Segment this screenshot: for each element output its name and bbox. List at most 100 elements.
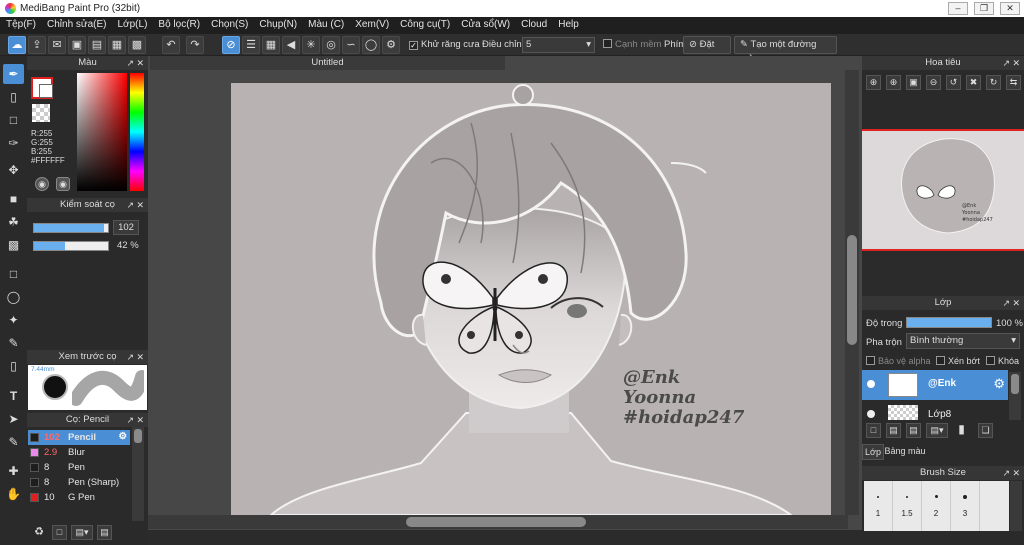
export-icon[interactable]: ⇪ [28, 36, 46, 54]
clip-checkbox[interactable] [936, 356, 945, 365]
close-icon[interactable]: ✕ [136, 56, 144, 70]
menu-filter[interactable]: Bộ lọc(R) [152, 17, 205, 34]
new-8bit-layer-icon[interactable]: ▤ [906, 423, 921, 438]
maximize-button[interactable]: ❐ [974, 2, 994, 15]
hue-slider[interactable] [130, 73, 144, 191]
straight-line-button[interactable]: ✎ Tạo một đường thẳng [734, 36, 837, 66]
brush-size-cell[interactable]: 1.5 [893, 481, 922, 531]
select-pen-tool-icon[interactable]: ✎ [3, 333, 24, 353]
popout-icon[interactable]: ↗ [1002, 296, 1010, 310]
visibility-eye-icon[interactable] [867, 410, 875, 418]
gear-icon[interactable]: ⚙ [118, 431, 127, 442]
vertical-scrollbar[interactable] [845, 70, 859, 515]
soft-edge-toggle[interactable]: Cạnh mềm [603, 39, 661, 50]
redo-icon[interactable]: ↷ [186, 36, 204, 54]
menu-layer[interactable]: Lớp(L) [112, 17, 153, 34]
brush-size-cell[interactable]: 2 [922, 481, 951, 531]
brush-list-scroll-thumb[interactable] [134, 429, 142, 443]
document-tab[interactable]: Untitled [150, 56, 505, 70]
shape-tool-icon[interactable]: ■ [3, 189, 24, 209]
horizontal-scrollbar[interactable] [148, 515, 848, 529]
clip-toggle[interactable]: Xén bớt [936, 356, 980, 366]
parallel-snap-icon[interactable]: ☰ [242, 36, 260, 54]
ellipse-snap-icon[interactable]: ◯ [362, 36, 380, 54]
brush-tool-icon[interactable]: ✒ [3, 64, 24, 84]
lasso-tool-icon[interactable]: ◯ [3, 287, 24, 307]
new-brush-icon[interactable]: □ [52, 525, 67, 540]
rotate-right-icon[interactable]: ↻ [986, 75, 1001, 90]
divide-tool-icon[interactable]: ✎ [3, 432, 24, 452]
popout-icon[interactable]: ↗ [126, 413, 134, 427]
rotate-left-icon[interactable]: ↺ [946, 75, 961, 90]
fit-screen-icon[interactable]: ▣ [906, 75, 921, 90]
brush-item-pencil[interactable]: 102 Pencil ⚙ [28, 430, 130, 445]
menu-window[interactable]: Cửa sổ(W) [455, 17, 515, 34]
popout-icon[interactable]: ↗ [126, 56, 134, 70]
brush-size-cell[interactable]: 1 [864, 481, 893, 531]
circle-snap-icon[interactable]: ◎ [322, 36, 340, 54]
layer-menu-icon[interactable]: ▤▾ [926, 423, 948, 438]
cloud-icon[interactable]: ☁ [8, 36, 26, 54]
pen-tool-icon[interactable]: ✑ [3, 133, 24, 153]
palette-icon[interactable]: ◉ [35, 177, 49, 191]
navigator-preview[interactable]: @Enk Yoonna #hoidap247 [862, 129, 1024, 251]
layer-scrollbar[interactable] [1009, 372, 1021, 420]
undo-icon[interactable]: ↶ [162, 36, 180, 54]
snap-settings-icon[interactable]: ⚙ [382, 36, 400, 54]
brush-item-blur[interactable]: 2.9 Blur [28, 445, 130, 460]
reset-view-icon[interactable]: ✖ [966, 75, 981, 90]
close-icon[interactable]: ✕ [136, 350, 144, 364]
brush-size-value[interactable]: 102 [113, 220, 139, 235]
brush-item-g-pen[interactable]: 10 G Pen [28, 490, 130, 505]
brush-item-pen[interactable]: 8 Pen [28, 460, 130, 475]
radial-snap-icon[interactable]: ✳ [302, 36, 320, 54]
blend-mode-select[interactable]: Bình thường ▾ [906, 333, 1020, 349]
lock-toggle[interactable]: Khóa [986, 356, 1019, 366]
gradient-tool-icon[interactable]: ▩ [3, 235, 24, 255]
brush-size-scrollbar[interactable] [1010, 481, 1022, 531]
dot-tool-icon[interactable]: □ [3, 110, 24, 130]
brush-size-cell[interactable]: 3 [951, 481, 980, 531]
menu-view[interactable]: Xem(V) [349, 17, 394, 34]
close-icon[interactable]: ✕ [1012, 56, 1020, 70]
menu-help[interactable]: Help [552, 17, 584, 34]
menu-select[interactable]: Chọn(S) [205, 17, 253, 34]
folder-icon[interactable]: ▮ [954, 423, 969, 438]
select-tool-icon[interactable]: □ [3, 264, 24, 284]
vertical-scroll-thumb[interactable] [847, 235, 857, 345]
snap-off-icon[interactable]: ⊘ [222, 36, 240, 54]
horizontal-scroll-thumb[interactable] [406, 517, 586, 527]
menu-tools[interactable]: Công cụ(T) [394, 17, 455, 34]
close-icon[interactable]: ✕ [136, 413, 144, 427]
lock-checkbox[interactable] [986, 356, 995, 365]
duplicate-layer-icon[interactable]: ❏ [978, 423, 993, 438]
antialias-toggle[interactable]: ✓ Khử răng cưa [409, 39, 480, 50]
layer-opacity-slider[interactable] [906, 317, 992, 328]
brush-item-pen-sharp[interactable]: 8 Pen (Sharp) [28, 475, 130, 490]
zoom-in-alt-icon[interactable]: ⊕ [886, 75, 901, 90]
eraser-tool-icon[interactable]: ▯ [3, 87, 24, 107]
antialias-checkbox[interactable]: ✓ [409, 41, 418, 50]
grid-icon[interactable]: ▩ [128, 36, 146, 54]
operation-tool-icon[interactable]: ➤ [3, 409, 24, 429]
adjust-select[interactable]: 5 ▾ [522, 37, 595, 53]
add-brush-icon[interactable]: ♻ [32, 525, 46, 539]
close-icon[interactable]: ✕ [1012, 296, 1020, 310]
eyedropper-tool-icon[interactable]: ✚ [3, 461, 24, 481]
brush-menu-icon[interactable]: ▤▾ [71, 525, 93, 540]
cross-snap-icon[interactable]: ▦ [262, 36, 280, 54]
popout-icon[interactable]: ↗ [1002, 56, 1010, 70]
visibility-eye-icon[interactable] [867, 380, 875, 388]
menu-file[interactable]: Tệp(F) [0, 17, 41, 34]
magic-wand-tool-icon[interactable]: ✦ [3, 310, 24, 330]
protect-alpha-checkbox[interactable] [866, 356, 875, 365]
tab-layer[interactable]: Lớp [862, 444, 884, 460]
close-icon[interactable]: ✕ [136, 198, 144, 212]
curve-snap-icon[interactable]: ∽ [342, 36, 360, 54]
canvas[interactable]: @Enk Yoonna #hoidap247 [231, 83, 831, 515]
popout-icon[interactable]: ↗ [126, 350, 134, 364]
close-window-button[interactable]: ✕ [1000, 2, 1020, 15]
brush-list-scrollbar[interactable] [132, 427, 144, 521]
zoom-out-icon[interactable]: ⊖ [926, 75, 941, 90]
document-icon[interactable]: ▤ [88, 36, 106, 54]
